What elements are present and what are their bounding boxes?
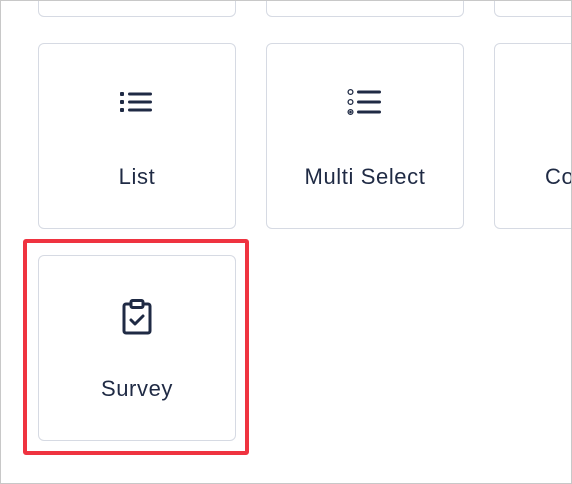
field-type-card-list[interactable]: List xyxy=(38,43,236,229)
multi-select-icon xyxy=(347,88,383,123)
field-type-grid: List Multi Select Co Survey xyxy=(0,0,572,484)
highlight-box xyxy=(23,239,249,455)
field-type-card-top-1[interactable] xyxy=(38,1,236,17)
field-type-card-top-3[interactable] xyxy=(494,1,571,17)
field-type-card-multi-select[interactable]: Multi Select xyxy=(266,43,464,229)
field-type-card-partial[interactable]: Co xyxy=(494,43,572,229)
field-type-label: Co xyxy=(545,164,572,189)
field-type-card-top-2[interactable] xyxy=(266,1,464,17)
list-icon xyxy=(120,90,154,119)
field-type-label: Multi Select xyxy=(304,164,426,189)
field-type-label: List xyxy=(118,164,156,189)
